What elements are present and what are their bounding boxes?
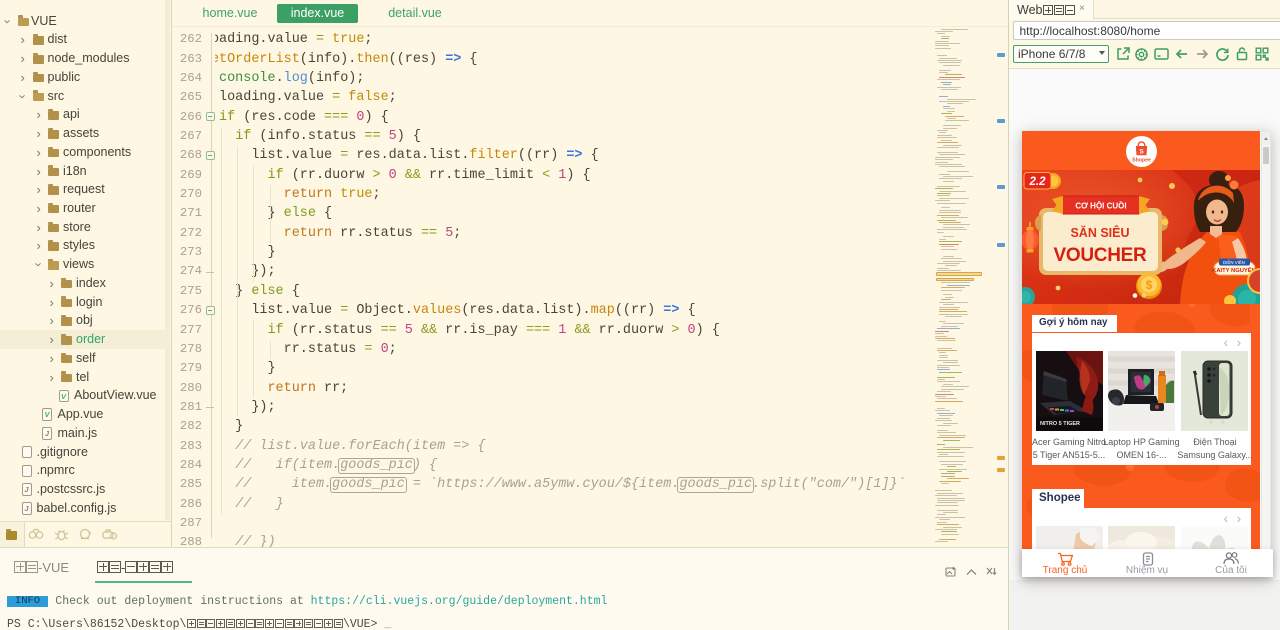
svg-text:CƠ HỘI CUỒI: CƠ HỘI CUỒI <box>1075 200 1126 210</box>
svg-text:KAITY NGUYỄN: KAITY NGUYỄN <box>1212 267 1256 274</box>
svg-text:Shopee: Shopee <box>1132 157 1151 163</box>
svg-text:SĂN SIÊU: SĂN SIÊU <box>1070 225 1129 240</box>
svg-text:2.2: 2.2 <box>1029 176 1047 188</box>
svg-text:DIỄN VIÊN: DIỄN VIÊN <box>1223 260 1245 265</box>
svg-text:$: $ <box>1146 278 1153 292</box>
svg-text:NITRO 5 TIGER: NITRO 5 TIGER <box>1040 421 1080 427</box>
svg-text:VOUCHER: VOUCHER <box>1054 245 1147 266</box>
svg-text:S: S <box>1139 148 1144 155</box>
